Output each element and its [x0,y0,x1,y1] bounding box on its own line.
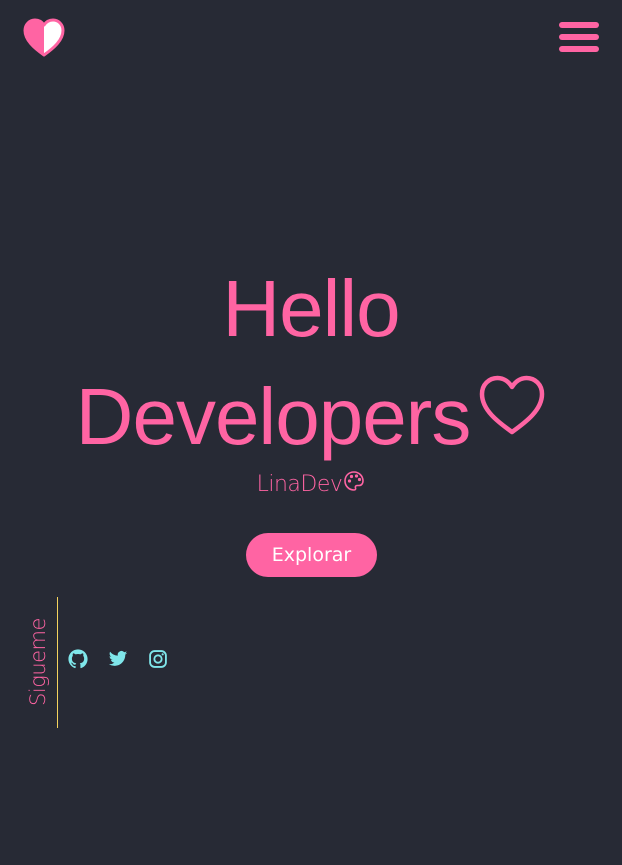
explore-button[interactable]: Explorar [246,533,377,577]
hamburger-menu-icon-bar-2 [559,34,599,40]
heart-outline-icon [480,375,545,435]
half-heart-icon [23,18,65,57]
logo[interactable] [22,16,66,60]
subtitle: LinaDev [0,470,622,497]
subtitle-text: LinaDev [256,472,343,497]
twitter-link[interactable] [108,649,128,669]
twitter-icon [108,651,128,666]
hero-title-line-2: Developers [75,372,472,461]
hamburger-menu-icon-bar-1 [559,22,599,28]
hero-title-line-2-wrap: Developers [0,363,622,471]
hero: Hello Developers [0,255,622,471]
github-icon [68,649,88,669]
github-link[interactable] [68,649,88,669]
hamburger-menu-icon-bar-3 [559,46,599,52]
follow-label: Sigueme [26,618,50,706]
instagram-link[interactable] [148,649,168,669]
instagram-icon [149,650,167,668]
palette-icon [344,471,365,491]
hero-title-line-1: Hello [222,264,400,353]
hamburger-menu-button[interactable] [559,22,599,52]
social-divider [57,597,58,728]
hero-title: Hello Developers [0,255,622,471]
